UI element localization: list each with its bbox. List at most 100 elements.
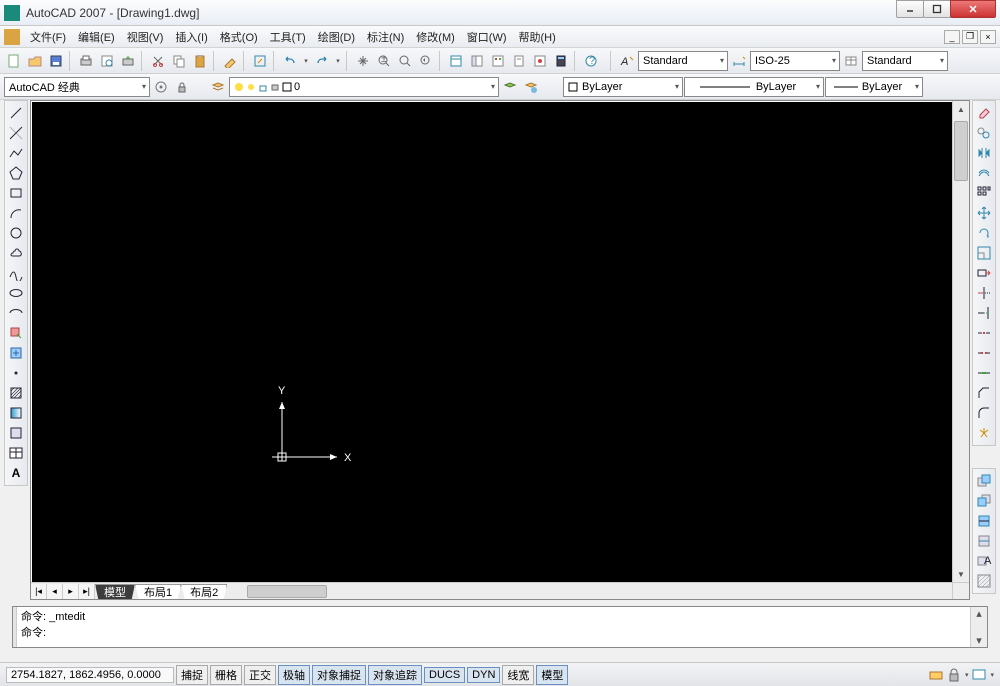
menu-help[interactable]: 帮助(H) <box>513 27 562 47</box>
ellipse-arc-tool[interactable] <box>6 303 26 323</box>
vscroll-thumb[interactable] <box>954 121 968 181</box>
polygon-tool[interactable] <box>6 163 26 183</box>
paste-button[interactable] <box>190 51 210 71</box>
text-front-button[interactable]: A <box>974 551 994 571</box>
circle-tool[interactable] <box>6 223 26 243</box>
zoom-realtime-button[interactable]: ± <box>374 51 394 71</box>
offset-tool[interactable] <box>974 163 994 183</box>
minimize-button[interactable] <box>896 0 924 18</box>
block-editor-button[interactable] <box>250 51 270 71</box>
properties-button[interactable] <box>446 51 466 71</box>
cut-button[interactable] <box>148 51 168 71</box>
undo-button[interactable] <box>280 51 300 71</box>
zoom-previous-button[interactable] <box>416 51 436 71</box>
fillet-tool[interactable] <box>974 403 994 423</box>
break-at-point-tool[interactable] <box>974 323 994 343</box>
join-tool[interactable] <box>974 363 994 383</box>
textstyle-icon[interactable]: A <box>617 51 637 71</box>
polar-toggle[interactable]: 极轴 <box>278 665 310 685</box>
ortho-toggle[interactable]: 正交 <box>244 665 276 685</box>
osnap-toggle[interactable]: 对象捕捉 <box>312 665 366 685</box>
dimstyle-icon[interactable] <box>729 51 749 71</box>
ducs-toggle[interactable]: DUCS <box>424 667 465 683</box>
point-tool[interactable] <box>6 363 26 383</box>
open-button[interactable] <box>25 51 45 71</box>
grid-toggle[interactable]: 栅格 <box>210 665 242 685</box>
copy-tool[interactable] <box>974 123 994 143</box>
erase-tool[interactable] <box>974 103 994 123</box>
tab-next-button[interactable]: ▸ <box>63 584 79 599</box>
markup-button[interactable] <box>530 51 550 71</box>
mtext-tool[interactable]: A <box>6 463 26 483</box>
tab-first-button[interactable]: |◂ <box>31 584 47 599</box>
rotate-tool[interactable] <box>974 223 994 243</box>
quickcalc-button[interactable] <box>551 51 571 71</box>
text-style-combo[interactable]: Standard <box>638 51 728 71</box>
match-prop-button[interactable] <box>220 51 240 71</box>
model-tab[interactable]: 模型 <box>95 584 135 599</box>
table-style-combo[interactable]: Standard <box>862 51 948 71</box>
scale-tool[interactable] <box>974 243 994 263</box>
dyn-toggle[interactable]: DYN <box>467 667 500 683</box>
layer-states-button[interactable] <box>521 77 541 97</box>
extend-tool[interactable] <box>974 303 994 323</box>
tab-prev-button[interactable]: ◂ <box>47 584 63 599</box>
new-button[interactable] <box>4 51 24 71</box>
workspace-settings-button[interactable] <box>151 77 171 97</box>
tab-last-button[interactable]: ▸| <box>79 584 95 599</box>
scroll-up-button[interactable]: ▲ <box>953 101 969 117</box>
horizontal-scrollbar[interactable] <box>227 584 952 599</box>
redo-dropdown[interactable]: ▾ <box>333 51 343 71</box>
plot-preview-button[interactable] <box>97 51 117 71</box>
menu-modify[interactable]: 修改(M) <box>410 27 461 47</box>
print-button[interactable] <box>76 51 96 71</box>
mdi-minimize-button[interactable]: _ <box>944 30 960 44</box>
comm-center-icon[interactable] <box>929 668 943 682</box>
publish-button[interactable] <box>118 51 138 71</box>
mirror-tool[interactable] <box>974 143 994 163</box>
close-button[interactable] <box>950 0 996 18</box>
help-button[interactable]: ? <box>581 51 601 71</box>
command-window[interactable]: 命令: _mtedit 命令: ▴▾ <box>12 606 988 648</box>
stretch-tool[interactable] <box>974 263 994 283</box>
bring-front-button[interactable] <box>974 471 994 491</box>
layout1-tab[interactable]: 布局1 <box>135 584 181 599</box>
send-back-button[interactable] <box>974 491 994 511</box>
arc-tool[interactable] <box>6 203 26 223</box>
menu-format[interactable]: 格式(O) <box>214 27 264 47</box>
menu-dimension[interactable]: 标注(N) <box>361 27 410 47</box>
linetype-combo[interactable]: ByLayer <box>684 77 824 97</box>
hatch-tool[interactable] <box>6 383 26 403</box>
layer-previous-button[interactable] <box>500 77 520 97</box>
coordinates-display[interactable]: 2754.1827, 1862.4956, 0.0000 <box>6 667 174 683</box>
gradient-tool[interactable] <box>6 403 26 423</box>
save-button[interactable] <box>46 51 66 71</box>
hscroll-thumb[interactable] <box>247 585 327 598</box>
otrack-toggle[interactable]: 对象追踪 <box>368 665 422 685</box>
vertical-scrollbar[interactable]: ▲ ▼ <box>952 101 969 582</box>
tablestyle-icon[interactable] <box>841 51 861 71</box>
command-scrollbar[interactable]: ▴▾ <box>970 607 987 647</box>
move-tool[interactable] <box>974 203 994 223</box>
hatch-back-button[interactable] <box>974 571 994 591</box>
snap-toggle[interactable]: 捕捉 <box>176 665 208 685</box>
design-center-button[interactable] <box>467 51 487 71</box>
sheet-set-button[interactable] <box>509 51 529 71</box>
model-toggle[interactable]: 模型 <box>536 665 568 685</box>
mdi-close-button[interactable]: × <box>980 30 996 44</box>
menu-edit[interactable]: 编辑(E) <box>72 27 121 47</box>
construction-line-tool[interactable] <box>6 123 26 143</box>
polyline-tool[interactable] <box>6 143 26 163</box>
break-tool[interactable] <box>974 343 994 363</box>
lwt-toggle[interactable]: 线宽 <box>502 665 534 685</box>
menu-file[interactable]: 文件(F) <box>24 27 72 47</box>
make-block-tool[interactable] <box>6 343 26 363</box>
tool-palettes-button[interactable] <box>488 51 508 71</box>
menu-view[interactable]: 视图(V) <box>121 27 170 47</box>
zoom-window-button[interactable] <box>395 51 415 71</box>
rectangle-tool[interactable] <box>6 183 26 203</box>
color-combo[interactable]: ByLayer <box>563 77 683 97</box>
insert-block-tool[interactable] <box>6 323 26 343</box>
menu-tools[interactable]: 工具(T) <box>264 27 312 47</box>
ellipse-tool[interactable] <box>6 283 26 303</box>
